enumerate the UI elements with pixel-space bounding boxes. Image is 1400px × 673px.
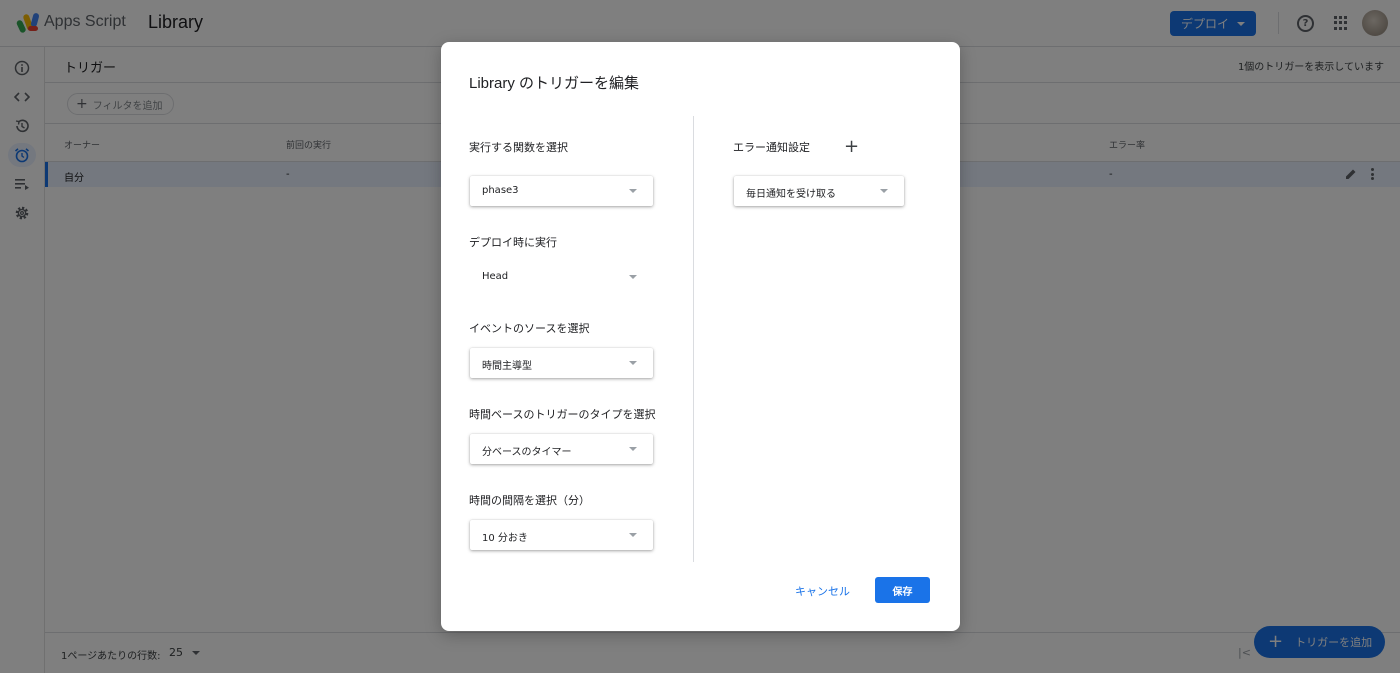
chevron-down-icon — [880, 189, 888, 193]
error-notification-select[interactable]: 毎日通知を受け取る — [734, 176, 904, 206]
function-label: 実行する関数を選択 — [469, 141, 568, 154]
error-notification-label: エラー通知設定 — [733, 141, 810, 154]
dialog-title: Library のトリガーを編集 — [469, 75, 640, 92]
chevron-down-icon — [629, 189, 637, 193]
edit-trigger-dialog: Library のトリガーを編集 実行する関数を選択 phase3 デプロイ時に… — [441, 42, 960, 631]
chevron-down-icon — [629, 447, 637, 451]
add-icon[interactable]: + — [844, 138, 859, 156]
deployment-select-value: Head — [482, 271, 509, 282]
time-trigger-type-select-value: 分ベースのタイマー — [482, 447, 572, 458]
chevron-down-icon — [629, 533, 637, 537]
event-source-select-value: 時間主導型 — [482, 361, 532, 372]
interval-select[interactable]: 10 分おき — [470, 520, 653, 550]
deployment-select[interactable]: Head — [470, 262, 653, 292]
error-notification-select-value: 毎日通知を受け取る — [746, 189, 836, 200]
chevron-down-icon — [629, 361, 637, 365]
interval-label: 時間の間隔を選択（分） — [469, 494, 590, 507]
interval-select-value: 10 分おき — [482, 533, 528, 544]
chevron-down-icon — [629, 275, 637, 279]
time-trigger-type-select[interactable]: 分ベースのタイマー — [470, 434, 653, 464]
cancel-button[interactable]: キャンセル — [789, 578, 856, 604]
function-select[interactable]: phase3 — [470, 176, 653, 206]
column-divider — [693, 116, 694, 562]
event-source-select[interactable]: 時間主導型 — [470, 348, 653, 378]
function-select-value: phase3 — [482, 185, 519, 196]
deployment-label: デプロイ時に実行 — [469, 236, 557, 249]
time-trigger-type-label: 時間ベースのトリガーのタイプを選択 — [469, 408, 656, 421]
event-source-label: イベントのソースを選択 — [469, 322, 590, 335]
save-button[interactable]: 保存 — [875, 577, 930, 603]
